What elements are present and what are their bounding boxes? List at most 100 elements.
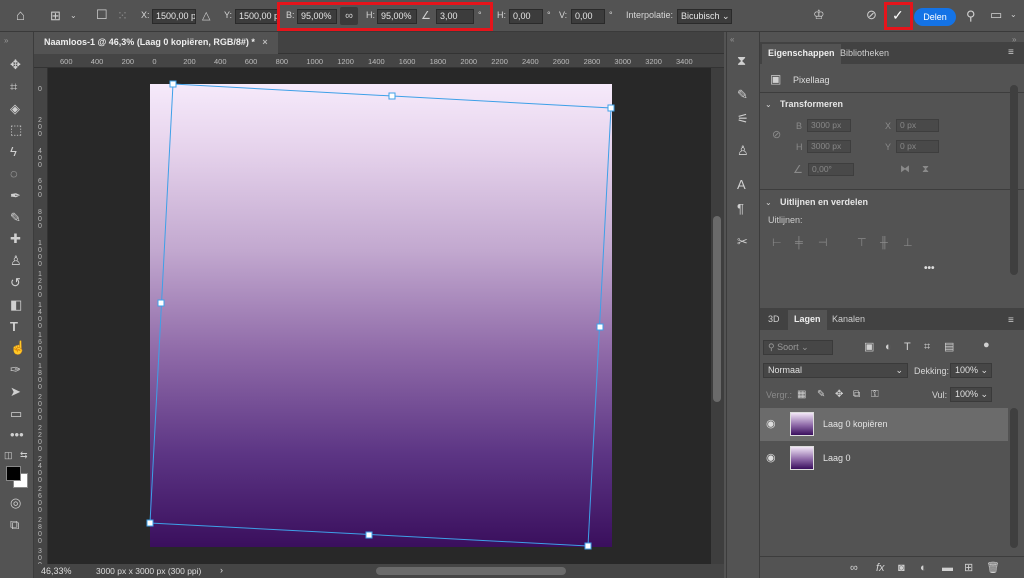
vertical-scrollbar[interactable] (711, 68, 724, 564)
properties-scrollbar[interactable] (1010, 85, 1018, 275)
layer-filter-select[interactable]: ⚲ Soort ⌄ (763, 340, 833, 355)
lock-all-icon[interactable]: ⚿ (871, 388, 879, 402)
layers-menu-icon[interactable]: ≡ (1008, 314, 1014, 328)
fill-field[interactable]: 100% ⌄ (950, 387, 992, 402)
transform-outline (149, 83, 612, 547)
prop-w-field: 3000 px (807, 119, 851, 132)
lock-transparent-icon[interactable]: ▦ (797, 388, 806, 402)
panel-menu-icon[interactable]: ≡ (1008, 46, 1014, 60)
search-icon[interactable]: ⚲ (966, 9, 976, 23)
transform-bounding-box[interactable] (0, 0, 724, 578)
lock-pixels-icon[interactable]: ✎ (817, 388, 825, 402)
filter-pixel-icon[interactable]: ▣ (864, 340, 874, 354)
transform-handle-right (596, 323, 604, 331)
lock-position-icon[interactable]: ✥ (835, 388, 843, 402)
opacity-value: 100% (955, 365, 979, 375)
prop-x-field: 0 px (896, 119, 939, 132)
opacity-label: Dekking: (914, 366, 950, 376)
new-layer-icon[interactable]: ⊞ (964, 561, 973, 575)
layer-row[interactable]: ◉ Laag 0 (760, 442, 1008, 475)
paragraph-panel-icon[interactable]: ¶ (737, 202, 744, 216)
brush-settings-icon[interactable]: ⚟ (737, 112, 749, 126)
adjustment-layer-icon[interactable]: ◐ (920, 561, 927, 575)
align-bottom-icon: ⊥ (903, 237, 913, 249)
prop-w-label: B (796, 121, 803, 131)
transform-handle-left (157, 299, 165, 307)
chevron-down-icon[interactable]: ⌄ (765, 198, 772, 207)
transform-handle-top (388, 92, 396, 100)
tab-eigenschappen[interactable]: Eigenschappen (762, 44, 841, 64)
visibility-eye-icon[interactable]: ◉ (766, 451, 776, 464)
layer-filter-placeholder: Soort (777, 342, 799, 352)
visibility-eye-icon[interactable]: ◉ (766, 417, 776, 430)
transform-handle-top-left (169, 80, 177, 88)
zoom-level[interactable]: 46,33% (41, 566, 72, 576)
link-dimensions-icon: ⊘ (772, 129, 782, 141)
link-layers-icon[interactable]: ∞ (850, 561, 858, 575)
filter-type-icon[interactable]: T (904, 340, 911, 354)
transform-handle-top-right (607, 104, 615, 112)
document-size: 3000 px x 3000 px (300 ppi) (96, 566, 202, 576)
layer-row[interactable]: ◉ Laag 0 kopiëren (760, 408, 1008, 441)
pixel-layer-icon: ▣ (770, 72, 782, 86)
share-button[interactable]: Delen (914, 8, 956, 26)
expand-icon[interactable]: « (730, 33, 734, 47)
blend-mode-value: Normaal (768, 365, 803, 375)
filter-smart-object-icon[interactable]: ▤ (944, 340, 954, 354)
right-panels (760, 32, 1024, 578)
blend-mode-select[interactable]: Normaal ⌄ (763, 363, 908, 378)
brush-panel-icon[interactable]: ✎ (737, 88, 748, 102)
warp-icon[interactable]: ♔ (813, 8, 825, 22)
lock-label: Vergr.: (766, 390, 793, 400)
transform-section-title: Transformeren (780, 99, 844, 109)
fill-value: 100% (955, 389, 979, 399)
fill-label: Vul: (932, 390, 948, 400)
add-mask-icon[interactable]: ◙ (898, 561, 905, 575)
tab-lagen[interactable]: Lagen (788, 310, 827, 330)
more-options-icon[interactable]: ••• (924, 263, 935, 274)
horizontal-scrollbar[interactable]: 46,33% 3000 px x 3000 px (300 ppi) › (34, 564, 724, 578)
align-sublabel: Uitlijnen: (768, 215, 803, 225)
workspace-icon[interactable]: ▭ (990, 8, 1002, 22)
align-hcenter-icon: ╪ (795, 237, 803, 249)
chevron-down-icon[interactable]: ⌄ (1010, 8, 1017, 22)
clone-source-icon[interactable]: ♙ (737, 144, 749, 158)
prop-y-field: 0 px (896, 140, 939, 153)
prop-h-label: H (796, 142, 803, 152)
filter-shape-icon[interactable]: ⌗ (924, 340, 930, 354)
status-arrow-icon[interactable]: › (220, 565, 223, 575)
lock-artboard-icon[interactable]: ⧉ (853, 388, 860, 402)
commit-check-icon[interactable]: ✓ (892, 8, 904, 22)
fx-icon[interactable]: fx (876, 561, 885, 575)
prop-angle-icon: ∠ (793, 164, 803, 176)
divider (760, 189, 1024, 190)
new-group-icon[interactable]: ▬ (942, 561, 953, 575)
layer-name[interactable]: Laag 0 kopiëren (823, 419, 888, 429)
history-panel-icon[interactable]: ⧗ (737, 54, 746, 68)
opacity-field[interactable]: 100% ⌄ (950, 363, 992, 378)
layers-scrollbar[interactable] (1010, 408, 1018, 548)
prop-angle-field: 0,00° (808, 163, 854, 176)
layer-name[interactable]: Laag 0 (823, 453, 851, 463)
horizontal-scroll-thumb[interactable] (376, 567, 566, 575)
transform-handle-bottom-left (146, 519, 154, 527)
panel-icon-strip: « ⧗ ✎ ⚟ ♙ A ¶ ✂ (726, 32, 760, 578)
align-vcenter-icon: ╫ (880, 237, 888, 249)
transform-handle-bottom (365, 531, 373, 539)
vertical-scroll-thumb[interactable] (713, 216, 721, 402)
transform-handle-bottom-right (584, 542, 592, 550)
cancel-transform-icon[interactable]: ⊘ (866, 8, 877, 22)
delete-layer-icon[interactable]: 🗑 (986, 561, 1000, 575)
character-panel-icon[interactable]: A (737, 178, 746, 192)
align-section-title: Uitlijnen en verdelen (780, 197, 869, 207)
tab-kanalen[interactable]: Kanalen (826, 310, 871, 330)
align-top-icon: ⊤ (857, 237, 867, 249)
filter-adjustment-icon[interactable]: ◐ (885, 340, 892, 354)
flip-vertical-icon: ⧗ (922, 164, 930, 175)
tab-3d[interactable]: 3D (762, 310, 786, 330)
filter-toggle-icon[interactable]: ● (983, 338, 990, 352)
tab-bibliotheken[interactable]: Bibliotheken (834, 44, 895, 64)
prop-y-label: Y (885, 142, 892, 152)
tools-options-icon[interactable]: ✂ (737, 235, 748, 249)
chevron-down-icon[interactable]: ⌄ (765, 100, 772, 109)
